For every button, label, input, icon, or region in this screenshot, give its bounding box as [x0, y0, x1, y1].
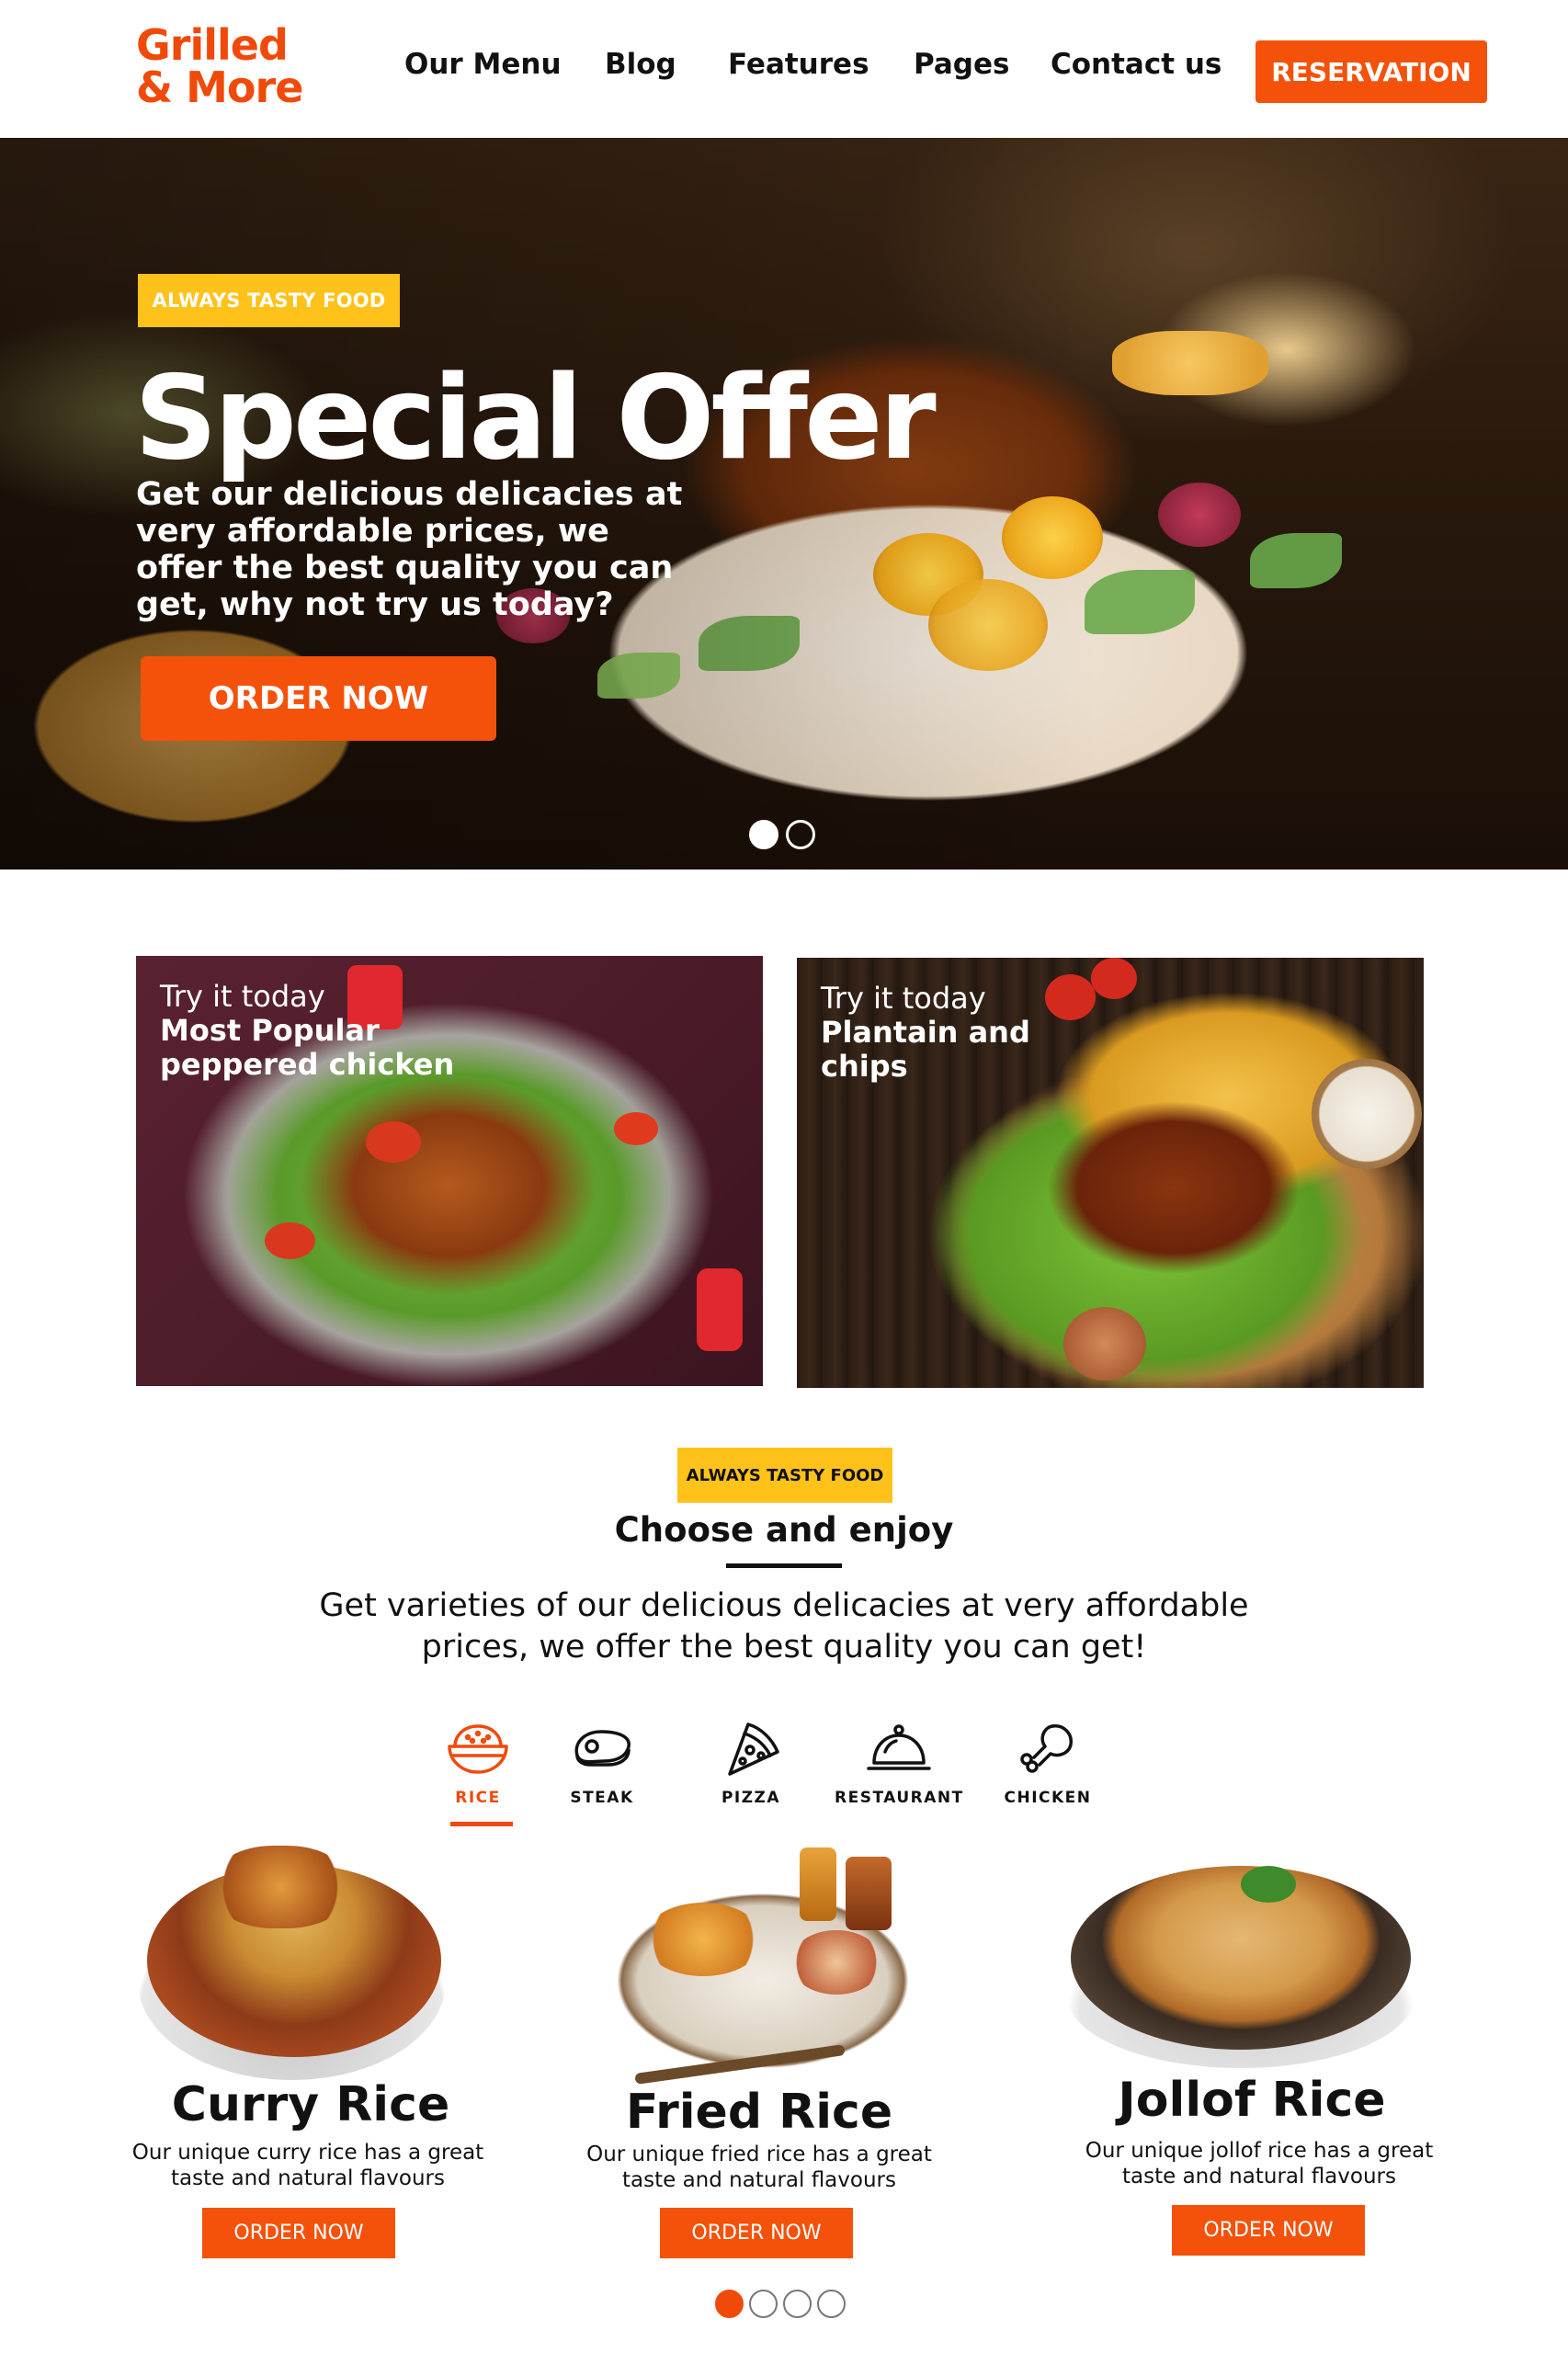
category-label: STEAK — [570, 1789, 634, 1807]
jollof-rice-image — [1071, 1866, 1411, 2050]
salad-bowl — [790, 1930, 882, 1995]
product-name: Jollof Rice — [1118, 2073, 1386, 2128]
hero-banner: ALWAYS TASTY FOOD Special Offer Get our … — [0, 138, 1568, 870]
category-label: RICE — [455, 1789, 501, 1807]
product-page-dot-4[interactable] — [817, 2290, 846, 2318]
product-description: Our unique curry rice has a great taste … — [131, 2141, 484, 2190]
promo-title-line-2: peppered chicken — [160, 1047, 455, 1082]
promo-card-peppered-chicken[interactable]: Try it today Most Popular peppered chick… — [136, 956, 763, 1386]
hero-slide-dot-2[interactable] — [786, 820, 815, 849]
nav-item-pages[interactable]: Pages — [914, 48, 1009, 81]
fries — [643, 1903, 763, 1976]
category-tab-pizza[interactable]: PIZZA — [687, 1719, 815, 1807]
curry-rice-order-button[interactable]: ORDER NOW — [202, 2208, 395, 2258]
product-description: Our unique fried rice has a great taste … — [586, 2143, 932, 2192]
section-description: Get varieties of our delicious delicacie… — [319, 1587, 1249, 1665]
cloche-icon — [867, 1724, 931, 1770]
category-tab-rice[interactable]: RICE — [414, 1719, 542, 1807]
nav-item-contact-us[interactable]: Contact us — [1051, 48, 1221, 81]
hero-description: Get our delicious delicacies at very aff… — [136, 476, 683, 623]
promo-kicker: Try it today — [821, 981, 986, 1016]
hero-tag: ALWAYS TASTY FOOD — [138, 274, 400, 327]
hero-order-now-button[interactable]: ORDER NOW — [141, 656, 496, 741]
promo-text-2: Try it today Plantain and chips — [821, 982, 1030, 1084]
chicken-piece — [211, 1846, 349, 1928]
category-label: RESTAURANT — [835, 1789, 964, 1807]
promo-kicker: Try it today — [160, 979, 325, 1014]
steak-icon — [574, 1730, 631, 1767]
brand-line-1: Grilled — [136, 20, 289, 70]
section-title: Choose and enjoy — [614, 1510, 954, 1550]
nav-item-blog[interactable]: Blog — [605, 48, 676, 81]
brand-line-2: & More — [136, 63, 303, 112]
product-name: Fried Rice — [625, 2085, 893, 2140]
promo-title-line-2: chips — [821, 1049, 908, 1084]
promo-text-1: Try it today Most Popular peppered chick… — [160, 980, 454, 1082]
chicken-leg-icon — [1020, 1724, 1073, 1773]
product-page-dot-3[interactable] — [783, 2290, 812, 2318]
hero-slide-dot-1[interactable] — [749, 820, 778, 849]
category-label: CHICKEN — [1004, 1789, 1092, 1807]
reservation-button[interactable]: RESERVATION — [1256, 40, 1487, 103]
product-page-dot-2[interactable] — [749, 2290, 778, 2318]
category-tab-chicken[interactable]: CHICKEN — [983, 1719, 1112, 1807]
product-page-dot-1[interactable] — [715, 2290, 744, 2318]
product-name: Curry Rice — [171, 2077, 450, 2132]
category-label: PIZZA — [721, 1789, 781, 1807]
promo-title-line-1: Plantain and — [821, 1015, 1030, 1050]
rice-bowl-icon — [448, 1724, 508, 1774]
fried-rice-order-button[interactable]: ORDER NOW — [660, 2208, 853, 2258]
pizza-slice-icon — [728, 1722, 779, 1776]
herb-garnish — [1241, 1866, 1296, 1903]
hero-title: Special Offer — [134, 350, 937, 485]
hero-slider-dots — [749, 820, 815, 849]
jollof-rice-order-button[interactable]: ORDER NOW — [1172, 2205, 1365, 2256]
category-tab-restaurant[interactable]: RESTAURANT — [835, 1719, 963, 1807]
category-tab-steak[interactable]: STEAK — [538, 1719, 666, 1807]
nav-item-features[interactable]: Features — [728, 48, 869, 81]
site-header: Grilled & More Our Menu Blog Features Pa… — [0, 0, 1568, 138]
product-description: Our unique jollof rice has a great taste… — [1085, 2139, 1434, 2188]
nav-item-our-menu[interactable]: Our Menu — [404, 48, 562, 81]
promo-card-plantain-chips[interactable]: Try it today Plantain and chips — [797, 958, 1424, 1388]
promo-title-line-1: Most Popular — [160, 1013, 380, 1048]
category-active-underline — [450, 1822, 513, 1826]
tea-glass — [846, 1857, 892, 1930]
section-tag: ALWAYS TASTY FOOD — [677, 1448, 892, 1503]
section-title-underline — [726, 1563, 842, 1568]
product-pagination-dots — [715, 2290, 846, 2318]
juice-glass — [800, 1847, 836, 1921]
brand-logo[interactable]: Grilled & More — [136, 20, 303, 112]
